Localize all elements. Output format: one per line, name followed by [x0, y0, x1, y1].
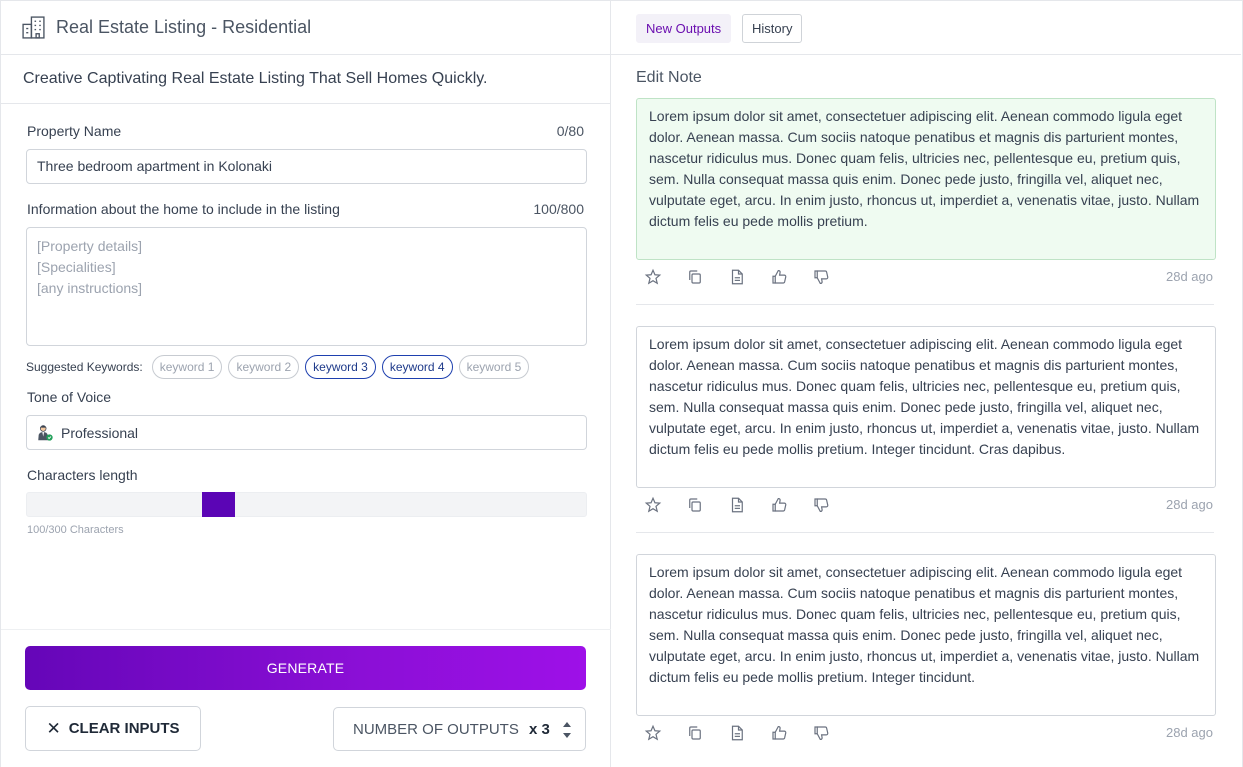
output-card[interactable]: Lorem ipsum dolor sit amet, consectetuer… [636, 326, 1216, 488]
property-name-count: 0/80 [556, 123, 584, 139]
keyword-row: Suggested Keywords: keyword 1 keyword 2 … [26, 355, 535, 379]
star-icon[interactable] [644, 496, 662, 514]
thumbs-up-icon[interactable] [770, 268, 788, 286]
info-count: 100/800 [533, 201, 584, 217]
page-subtitle: Creative Captivating Real Estate Listing… [23, 70, 488, 87]
property-name-input[interactable]: Three bedroom apartment in Kolonaki [26, 149, 587, 184]
tab-history[interactable]: History [742, 14, 803, 43]
panel-header: Real Estate Listing - Residential [1, 1, 611, 55]
output-card[interactable]: Lorem ipsum dolor sit amet, consectetuer… [636, 98, 1216, 260]
tab-new-outputs[interactable]: New Outputs [636, 14, 732, 43]
tone-value: Professional [61, 424, 139, 441]
keyword-chip[interactable]: keyword 5 [458, 355, 530, 379]
thumbs-up-icon[interactable] [770, 724, 788, 742]
slider-thumb[interactable] [202, 492, 235, 517]
outputs-panel: New Outputs History Edit Note Lorem ipsu… [611, 0, 1243, 767]
output-actions [644, 268, 854, 286]
star-icon[interactable] [644, 724, 662, 742]
outputs-label: NUMBER OF OUTPUTS [353, 720, 519, 738]
divider [636, 304, 1214, 305]
document-icon[interactable] [728, 268, 746, 286]
building-icon [22, 16, 45, 39]
thumbs-down-icon[interactable] [812, 724, 830, 742]
copy-icon[interactable] [686, 724, 704, 742]
generate-button[interactable]: GENERATE [25, 646, 586, 690]
keyword-chip-selected[interactable]: keyword 4 [381, 355, 453, 379]
keywords-label: Suggested Keywords: [26, 360, 143, 374]
number-of-outputs-control[interactable]: NUMBER OF OUTPUTS x 3 [333, 707, 586, 751]
close-icon: ✕ [46, 718, 61, 738]
thumbs-down-icon[interactable] [812, 496, 830, 514]
generator-panel: Real Estate Listing - Residential Creati… [0, 0, 611, 767]
star-icon[interactable] [644, 268, 662, 286]
clear-inputs-button[interactable]: ✕ CLEAR INPUTS [25, 706, 201, 751]
tone-label: Tone of Voice [27, 389, 112, 405]
output-actions [644, 724, 854, 742]
output-actions [644, 496, 854, 514]
output-timestamp: 28d ago [1166, 269, 1213, 284]
edit-note-heading: Edit Note [636, 69, 702, 86]
divider [1, 103, 611, 104]
length-caption: 100/300 Characters [27, 524, 124, 536]
keyword-chip-selected[interactable]: keyword 3 [305, 355, 376, 379]
thumbs-down-icon[interactable] [812, 268, 830, 286]
thumbs-up-icon[interactable] [770, 496, 788, 514]
stepper-arrows-icon[interactable] [561, 718, 573, 742]
copy-icon[interactable] [686, 496, 704, 514]
divider [636, 532, 1214, 533]
property-name-label: Property Name [27, 123, 122, 139]
document-icon[interactable] [728, 496, 746, 514]
length-slider[interactable] [26, 492, 587, 517]
page-title: Real Estate Listing - Residential [56, 17, 312, 37]
output-card[interactable]: Lorem ipsum dolor sit amet, consectetuer… [636, 554, 1216, 716]
output-timestamp: 28d ago [1166, 725, 1213, 740]
document-icon[interactable] [728, 724, 746, 742]
length-label: Characters length [27, 467, 138, 483]
professional-person-icon [38, 424, 53, 441]
outputs-value: x 3 [529, 720, 550, 738]
output-tabs: New Outputs History [611, 1, 1241, 55]
info-label: Information about the home to include in… [27, 201, 340, 217]
tone-select[interactable]: Professional [26, 415, 587, 450]
info-textarea[interactable]: [Property details] [Specialities] [any i… [26, 227, 587, 346]
keyword-chip[interactable]: keyword 2 [228, 355, 300, 379]
divider [1, 629, 611, 630]
output-timestamp: 28d ago [1166, 497, 1213, 512]
keyword-chip[interactable]: keyword 1 [151, 355, 223, 379]
copy-icon[interactable] [686, 268, 704, 286]
clear-inputs-label: CLEAR INPUTS [68, 720, 180, 737]
